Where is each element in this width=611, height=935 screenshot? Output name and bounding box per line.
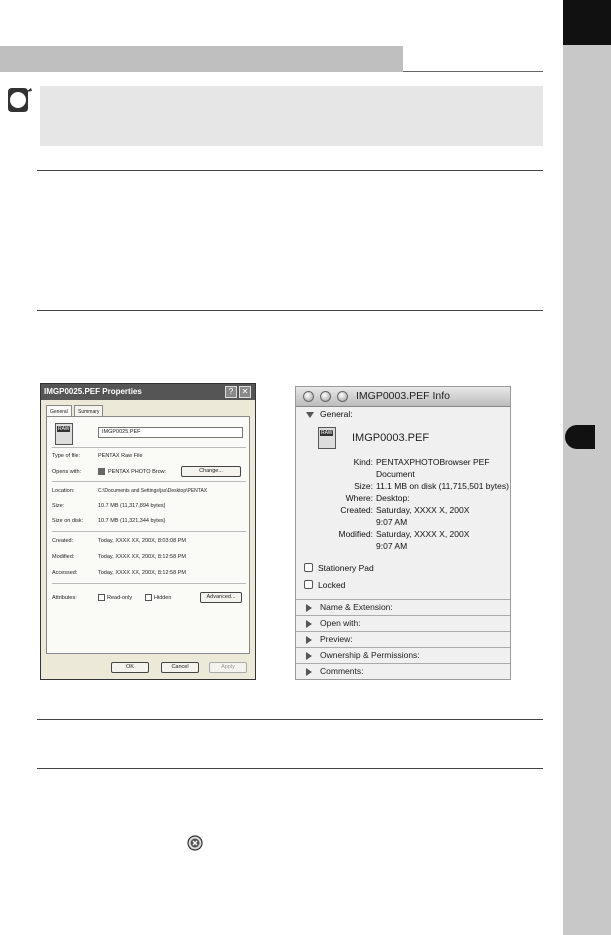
close-button[interactable]: ✕ xyxy=(239,386,251,398)
cancel-button[interactable]: Cancel xyxy=(161,662,199,673)
modified-value: Saturday, XXXX X, 200X xyxy=(376,529,470,539)
accessed-label: Accessed: xyxy=(52,570,78,576)
disclosure-closed-icon xyxy=(306,667,312,676)
mac-info-window: IMGP0003.PEF Info General: IMGP0003.PEF … xyxy=(295,386,511,680)
section-label: Preview: xyxy=(320,634,353,644)
chapter-top-block xyxy=(563,0,611,45)
filename-value: IMGP0025.PEF xyxy=(102,429,141,435)
ok-button[interactable]: OK xyxy=(111,662,149,673)
created-value: Saturday, XXXX X, 200X xyxy=(376,505,470,515)
section-label: Name & Extension: xyxy=(320,602,393,612)
modified-time: 9:07 AM xyxy=(376,541,408,551)
separator xyxy=(52,481,246,482)
separator xyxy=(52,447,246,448)
help-button[interactable]: ? xyxy=(225,386,237,398)
advanced-button[interactable]: Advanced... xyxy=(200,592,242,603)
divider xyxy=(37,719,543,720)
disclosure-closed-icon xyxy=(306,619,312,628)
chapter-side-strip xyxy=(563,0,611,935)
section-label: Comments: xyxy=(320,666,364,676)
divider xyxy=(37,170,543,171)
location-value: C:\Documents and Settings\jss\Desktop\PE… xyxy=(98,488,208,494)
section-label: Open with: xyxy=(320,618,361,628)
readonly-checkbox[interactable] xyxy=(98,594,105,601)
locked-label: Locked xyxy=(318,580,346,590)
size-on-disk-value: 10.7 MB (11,321,344 bytes) xyxy=(98,518,166,524)
general-label: General: xyxy=(320,409,353,419)
size-value: 11.1 MB on disk (11,715,501 bytes) xyxy=(376,481,509,491)
opens-with-value: PENTAX PHOTO Brow: xyxy=(108,469,167,475)
modified-label: Modified: xyxy=(338,529,374,539)
kind-label: Kind: xyxy=(353,457,373,467)
kind-value: PENTAXPHOTOBrowser PEF xyxy=(376,457,490,467)
where-value: Desktop: xyxy=(376,493,410,503)
divider xyxy=(37,310,543,311)
modified-value: Today, XXXX XX, 200X, 8:12:58 PM xyxy=(98,554,186,560)
divider xyxy=(37,768,543,769)
where-label: Where: xyxy=(345,493,373,503)
attributes-label: Attributes: xyxy=(52,595,77,601)
modified-label: Modified: xyxy=(52,554,75,560)
filename-field[interactable]: IMGP0025.PEF xyxy=(98,427,243,438)
section-header-bar xyxy=(0,46,403,72)
kind-value-2: Document xyxy=(376,469,415,479)
dialog-title-bar: IMGP0025.PEF Properties xyxy=(41,384,255,400)
location-label: Location: xyxy=(52,488,75,494)
disclosure-closed-icon xyxy=(306,603,312,612)
close-circle-icon xyxy=(187,835,203,851)
opens-with-label: Opens with: xyxy=(52,469,82,475)
apply-button[interactable]: Apply xyxy=(209,662,247,673)
ownership-section[interactable]: Ownership & Permissions: xyxy=(296,647,510,662)
created-value: Today, XXXX XX, 200X, 8:03:08 PM xyxy=(98,538,186,544)
hidden-label: Hidden xyxy=(154,595,172,601)
window-title: IMGP0003.PEF Info xyxy=(356,390,450,402)
stationery-label: Stationery Pad xyxy=(318,563,374,573)
hidden-checkbox[interactable] xyxy=(145,594,152,601)
type-value: PENTAX Raw File xyxy=(98,453,143,459)
type-label: Type of file: xyxy=(52,453,81,459)
memo-box xyxy=(40,86,543,146)
chapter-tab-marker xyxy=(565,425,595,449)
stationery-checkbox[interactable] xyxy=(304,563,313,572)
windows-properties-dialog: IMGP0025.PEF Properties ? ✕ General Summ… xyxy=(40,383,256,680)
created-time: 9:07 AM xyxy=(376,517,408,527)
size-on-disk-label: Size on disk: xyxy=(52,518,84,524)
disclosure-closed-icon xyxy=(306,635,312,644)
disclosure-open-icon xyxy=(306,411,314,418)
disclosure-closed-icon xyxy=(306,651,312,660)
section-label: Ownership & Permissions: xyxy=(320,650,420,660)
preview-section[interactable]: Preview: xyxy=(296,631,510,646)
comments-section[interactable]: Comments: xyxy=(296,663,510,678)
section-header-rule xyxy=(403,71,543,72)
zoom-window-button[interactable] xyxy=(337,391,348,402)
dialog-title: IMGP0025.PEF Properties xyxy=(44,387,142,396)
readonly-label: Read-only xyxy=(107,595,133,601)
file-name: IMGP0003.PEF xyxy=(352,432,430,444)
raw-file-icon xyxy=(318,427,336,449)
open-with-section[interactable]: Open with: xyxy=(296,615,510,630)
general-tab-panel: IMGP0025.PEF Type of file: PENTAX Raw Fi… xyxy=(46,416,250,654)
size-value: 10.7 MB (11,317,894 bytes) xyxy=(98,503,166,509)
minimize-window-button[interactable] xyxy=(320,391,331,402)
separator xyxy=(52,583,246,584)
close-window-button[interactable] xyxy=(303,391,314,402)
change-button[interactable]: Change... xyxy=(181,466,241,477)
general-disclosure[interactable]: General: xyxy=(296,409,353,419)
mac-title-bar: IMGP0003.PEF Info xyxy=(296,387,510,407)
name-extension-section[interactable]: Name & Extension: xyxy=(296,599,510,614)
size-label: Size: xyxy=(52,503,65,509)
created-label: Created: xyxy=(52,538,74,544)
app-icon xyxy=(98,468,105,475)
created-label: Created: xyxy=(340,505,373,515)
raw-file-icon xyxy=(55,423,73,445)
accessed-value: Today, XXXX XX, 200X, 8:12:58 PM xyxy=(98,570,186,576)
locked-checkbox[interactable] xyxy=(304,580,313,589)
size-label: Size: xyxy=(354,481,373,491)
memo-icon xyxy=(8,88,32,112)
separator xyxy=(52,531,246,532)
